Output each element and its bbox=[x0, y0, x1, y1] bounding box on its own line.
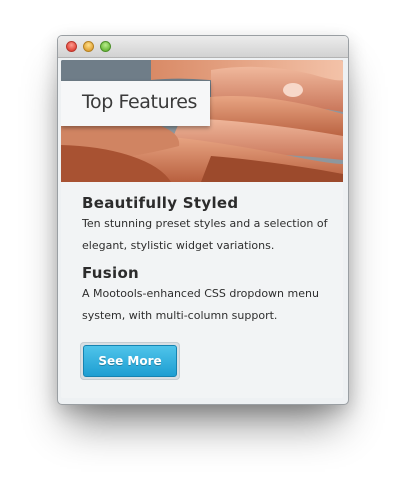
feature-title: Beautifully Styled bbox=[82, 194, 239, 212]
minimize-window-button[interactable] bbox=[83, 41, 94, 52]
feature-description: Ten stunning preset styles and a selecti… bbox=[82, 217, 328, 252]
feature-panel: Top Features Beautifully Styled Ten stun… bbox=[61, 60, 343, 398]
feature-item: Fusion A Mootools-enhanced CSS dropdown … bbox=[82, 263, 337, 327]
feature-item: Beautifully Styled Ten stunning preset s… bbox=[82, 193, 337, 257]
app-window: Top Features Beautifully Styled Ten stun… bbox=[57, 35, 349, 405]
features-list: Beautifully Styled Ten stunning preset s… bbox=[82, 193, 337, 333]
see-more-button-frame: See More bbox=[80, 342, 180, 380]
close-window-button[interactable] bbox=[66, 41, 77, 52]
feature-description: A Mootools-enhanced CSS dropdown menu sy… bbox=[82, 287, 319, 322]
zoom-window-button[interactable] bbox=[100, 41, 111, 52]
title-bar bbox=[58, 36, 348, 58]
hero-image: Top Features bbox=[61, 60, 343, 182]
see-more-button[interactable]: See More bbox=[83, 345, 177, 377]
hero-title: Top Features bbox=[61, 81, 210, 126]
feature-title: Fusion bbox=[82, 264, 140, 282]
